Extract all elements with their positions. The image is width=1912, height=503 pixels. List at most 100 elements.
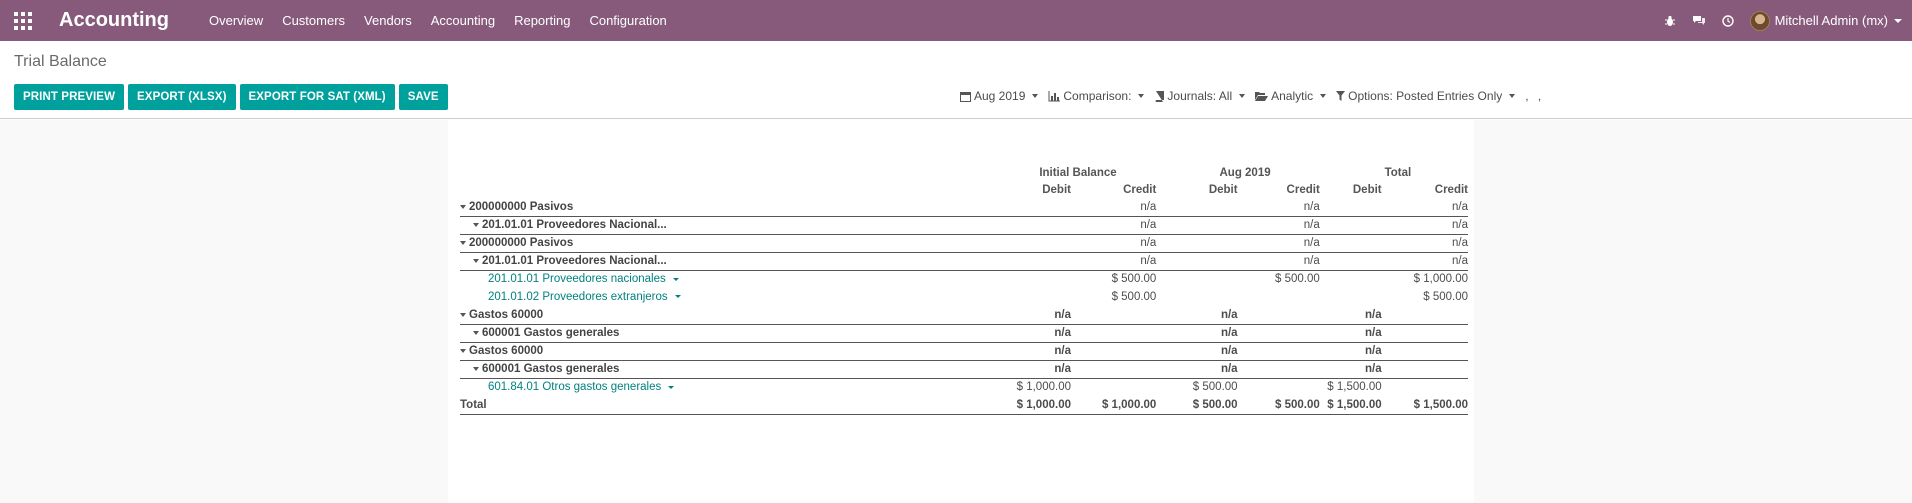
systray: Mitchell Admin (mx) xyxy=(1664,0,1912,41)
account-name[interactable]: 200000000 Pasivos xyxy=(460,233,986,252)
subheader-debit: Debit xyxy=(1352,183,1382,196)
menu-reporting[interactable]: Reporting xyxy=(514,13,570,28)
caret-down-icon[interactable] xyxy=(460,240,466,245)
caret-down-icon[interactable] xyxy=(672,277,679,281)
row-label: 201.01.02 Proveedores extranjeros xyxy=(488,291,668,303)
cell-value xyxy=(1237,359,1320,378)
cell-value xyxy=(1238,288,1320,306)
cell-value xyxy=(1381,341,1468,360)
account-name[interactable]: 201.01.02 Proveedores extranjeros xyxy=(460,288,986,306)
cell-value: $ 1,000.00 xyxy=(985,377,1071,396)
row-label: Gastos 60000 xyxy=(469,345,544,357)
save-button[interactable]: SAVE xyxy=(398,84,448,110)
menu-overview[interactable]: Overview xyxy=(209,13,263,28)
account-name[interactable]: Gastos 60000 xyxy=(460,306,986,324)
subheader-credit: Credit xyxy=(1123,183,1157,196)
account-name[interactable]: 201.01.01 Proveedores Nacional... xyxy=(460,251,986,270)
menu-vendors[interactable]: Vendors xyxy=(364,13,412,28)
row-label: Gastos 60000 xyxy=(469,308,544,321)
caret-down-icon[interactable] xyxy=(473,222,479,227)
caret-down-icon[interactable] xyxy=(460,312,466,317)
account-name[interactable]: 201.01.01 Proveedores nacionales xyxy=(460,269,986,288)
book-icon xyxy=(1155,90,1165,102)
calendar-icon xyxy=(960,91,971,102)
cell-value xyxy=(985,215,1071,234)
subheader-credit: Credit xyxy=(1286,183,1320,196)
table-row: 201.01.01 Proveedores Nacional... n/a n/a… xyxy=(460,251,1468,270)
extra-filter-text: , , xyxy=(1525,89,1545,103)
cell-value: n/a xyxy=(1237,251,1320,270)
export-sat-xml-button[interactable]: EXPORT FOR SAT (XML) xyxy=(239,84,395,110)
cell-value xyxy=(1237,341,1320,360)
app-brand[interactable]: Accounting xyxy=(59,9,169,32)
menu-accounting[interactable]: Accounting xyxy=(431,13,495,28)
cell-value xyxy=(1071,306,1156,324)
cell-value: $ 500.00 xyxy=(1070,269,1157,288)
analytic-filter[interactable]: Analytic xyxy=(1255,89,1327,103)
journals-filter[interactable]: Journals: All xyxy=(1154,89,1246,103)
chat-icon[interactable] xyxy=(1692,15,1706,27)
cell-value xyxy=(1381,323,1468,342)
user-avatar[interactable] xyxy=(1749,10,1770,31)
account-name[interactable]: Gastos 60000 xyxy=(460,341,986,360)
caret-down-icon[interactable] xyxy=(674,295,681,299)
subheader-debit: Debit xyxy=(1208,183,1238,196)
bug-icon[interactable] xyxy=(1664,15,1676,27)
cell-value xyxy=(1156,251,1238,270)
cell-value xyxy=(985,233,1071,252)
cell-value: n/a xyxy=(1070,251,1157,270)
print-preview-button[interactable]: PRINT PREVIEW xyxy=(14,84,125,110)
total-label: Total xyxy=(460,396,986,415)
cell-value xyxy=(1237,377,1320,396)
caret-down-icon[interactable] xyxy=(473,366,479,371)
user-dropdown-icon[interactable] xyxy=(1894,18,1902,23)
cell-value xyxy=(1320,288,1382,306)
cell-value xyxy=(1070,377,1157,396)
cell-value xyxy=(1381,359,1468,378)
row-label: 601.84.01 Otros gastos generales xyxy=(488,381,662,394)
cell-value: n/a xyxy=(1054,308,1071,321)
chevron-down-icon xyxy=(1239,94,1246,98)
apps-menu-icon[interactable] xyxy=(12,10,34,32)
account-name[interactable]: 200000000 Pasivos xyxy=(460,198,986,216)
cell-value: n/a xyxy=(1070,215,1157,234)
row-label: 200000000 Pasivos xyxy=(469,200,574,213)
user-name[interactable]: Mitchell Admin (mx) xyxy=(1775,13,1888,28)
table-row: 200000000 Pasivos n/a n/a n/a xyxy=(460,233,1468,252)
cell-value xyxy=(1319,233,1382,252)
caret-down-icon[interactable] xyxy=(460,348,466,353)
total-value: $ 1,000.00 xyxy=(985,396,1071,415)
comparison-filter[interactable]: Comparison: xyxy=(1048,89,1145,103)
filter-icon xyxy=(1336,91,1346,101)
clock-icon[interactable] xyxy=(1721,14,1734,27)
cell-value xyxy=(986,288,1071,306)
caret-down-icon[interactable] xyxy=(473,330,479,335)
account-name[interactable]: 600001 Gastos generales xyxy=(460,323,986,342)
account-name[interactable]: 600001 Gastos generales xyxy=(460,359,986,378)
menu-customers[interactable]: Customers xyxy=(282,13,345,28)
caret-down-icon[interactable] xyxy=(668,385,675,389)
action-buttons: PRINT PREVIEW EXPORT (XLSX) EXPORT FOR S… xyxy=(14,84,452,110)
options-filter-label: Options: Posted Entries Only xyxy=(1348,89,1503,103)
cell-value: n/a xyxy=(1319,323,1382,342)
date-filter[interactable]: Aug 2019 xyxy=(960,89,1039,103)
cell-value: $ 1,500.00 xyxy=(1319,377,1382,396)
table-row: Gastos 60000 n/a n/a n/a xyxy=(460,306,1468,324)
cell-value: n/a xyxy=(1365,308,1382,321)
account-name[interactable]: 601.84.01 Otros gastos generales xyxy=(460,377,986,396)
cell-value xyxy=(1319,251,1382,270)
table-row: 200000000 Pasivos n/a n/a n/a xyxy=(460,198,1468,216)
account-name[interactable]: 201.01.01 Proveedores Nacional... xyxy=(460,215,986,234)
export-xlsx-button[interactable]: EXPORT (XLSX) xyxy=(128,84,236,110)
caret-down-icon[interactable] xyxy=(473,258,479,263)
menu-configuration[interactable]: Configuration xyxy=(589,13,666,28)
options-filter[interactable]: Options: Posted Entries Only xyxy=(1336,89,1516,103)
main-menu: Overview Customers Vendors Accounting Re… xyxy=(209,13,686,28)
cell-value: $ 1,000.00 xyxy=(1381,269,1468,288)
caret-down-icon[interactable] xyxy=(460,204,466,209)
cell-value xyxy=(1156,198,1237,216)
table-row: 201.01.01 Proveedores Nacional... n/a n/a… xyxy=(460,215,1468,234)
page-title: Trial Balance xyxy=(14,53,107,70)
cell-value xyxy=(1320,198,1382,216)
cell-value xyxy=(1156,215,1238,234)
